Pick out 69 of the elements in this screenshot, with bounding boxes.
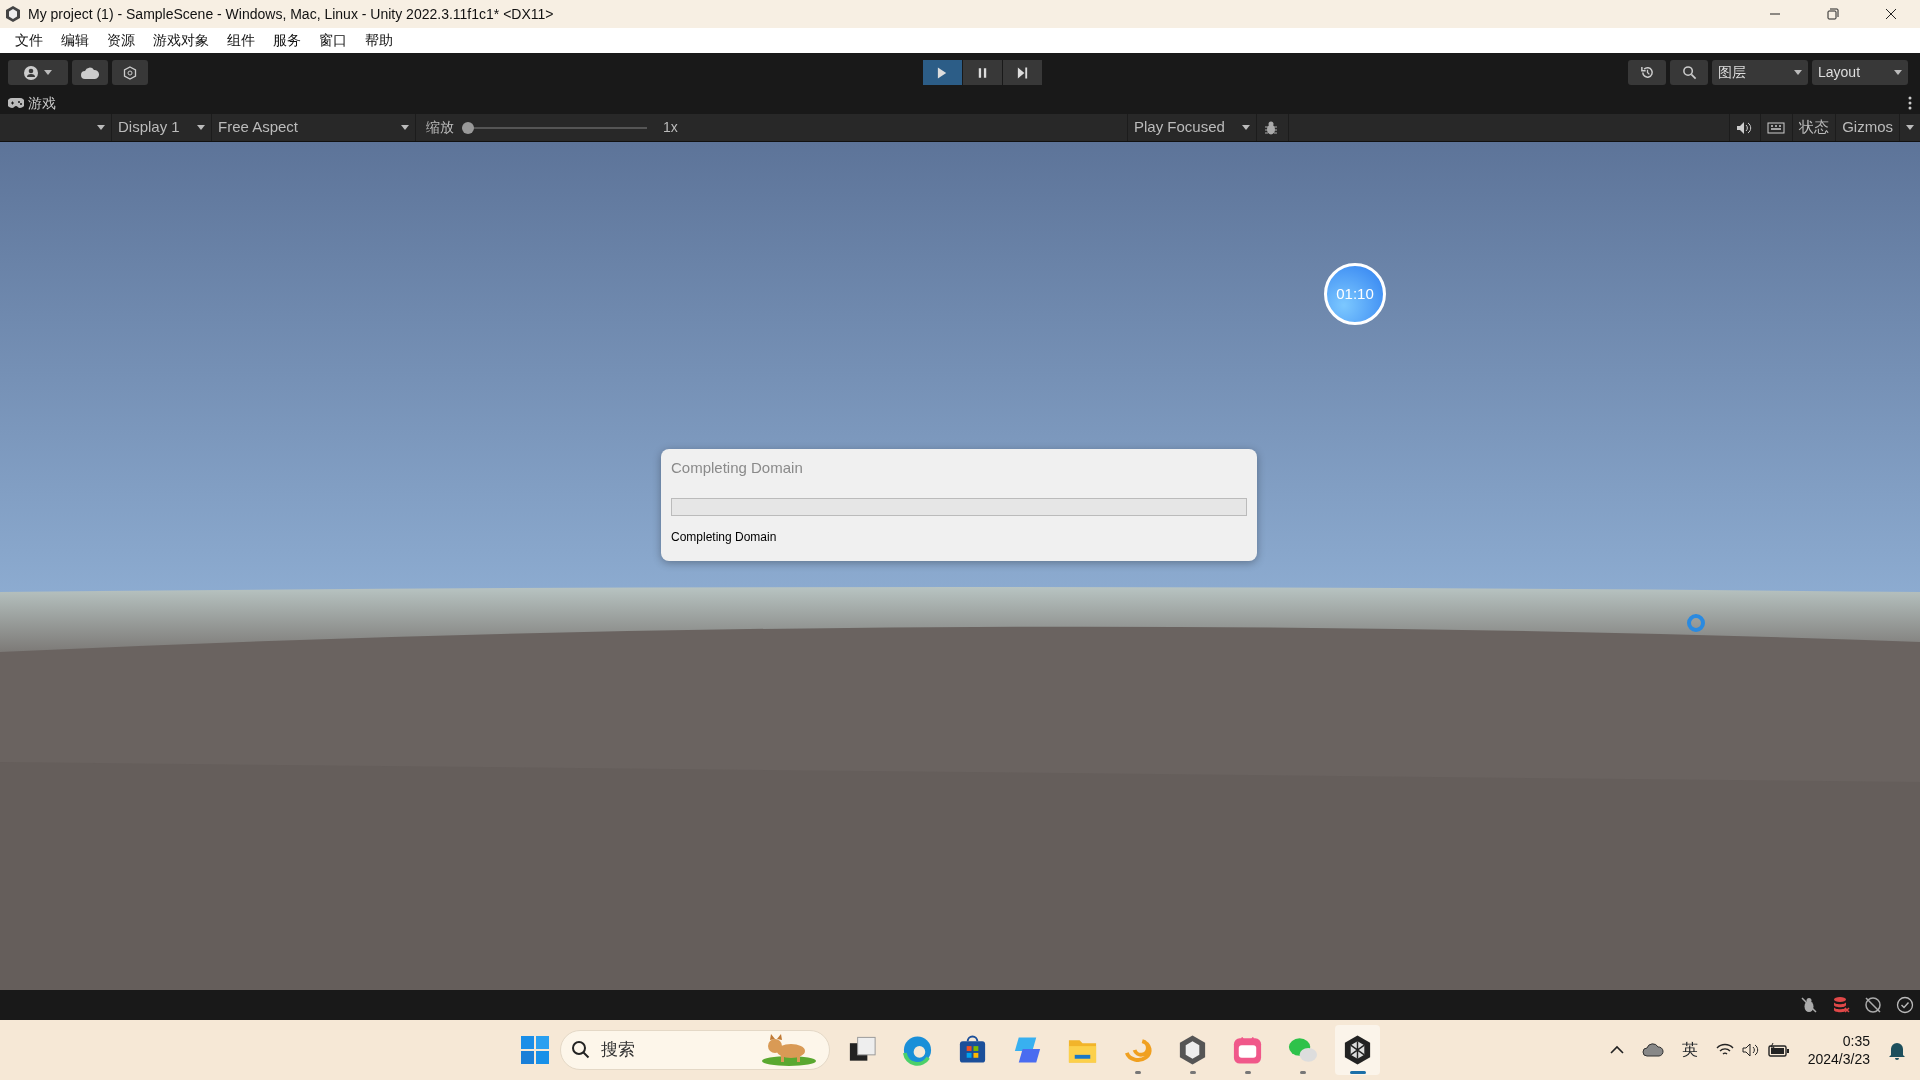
- pause-button[interactable]: [963, 60, 1002, 85]
- search-bar[interactable]: 搜索: [560, 1030, 830, 1070]
- zoom-slider[interactable]: [462, 120, 647, 135]
- caret-icon: [1894, 70, 1902, 75]
- cloud-icon[interactable]: [1641, 1043, 1664, 1057]
- caret-icon: [44, 70, 52, 75]
- menu-item[interactable]: 资源: [98, 30, 144, 51]
- caret-icon: [197, 125, 205, 130]
- package-button[interactable]: [112, 60, 148, 85]
- database-icon[interactable]: [1832, 996, 1850, 1014]
- caret-icon: [1794, 70, 1802, 75]
- history-icon: [1639, 65, 1655, 80]
- menu-item[interactable]: 组件: [218, 30, 264, 51]
- caret-icon: [401, 125, 409, 130]
- check-circle-icon[interactable]: [1896, 996, 1914, 1014]
- speaker-icon: [1736, 120, 1753, 135]
- layers-dropdown[interactable]: 图层: [1712, 60, 1808, 85]
- dialog-message: Completing Domain: [671, 528, 778, 546]
- battery-icon[interactable]: [1767, 1043, 1790, 1057]
- hexagon-icon: [123, 65, 137, 80]
- menu-item[interactable]: 编辑: [52, 30, 98, 51]
- caret-icon: [1242, 125, 1250, 130]
- wifi-icon[interactable]: [1715, 1043, 1734, 1057]
- step-icon: [1016, 65, 1029, 80]
- cloud-button[interactable]: [72, 60, 108, 85]
- menu-item[interactable]: 游戏对象: [144, 30, 218, 51]
- chevron-up-icon[interactable]: [1609, 1045, 1624, 1055]
- bug-icon: [1263, 119, 1279, 136]
- keyboard-icon: [1767, 121, 1786, 134]
- volume-icon[interactable]: [1741, 1043, 1760, 1057]
- unity-logo-icon: [4, 5, 22, 23]
- audio-button[interactable]: [1729, 114, 1762, 141]
- scale-value: 1x: [663, 118, 678, 137]
- menu-item[interactable]: 文件: [6, 30, 52, 51]
- window-title: My project (1) - SampleScene - Windows, Mac, Linux - Unity 2022.3.11f1c1* <DX11>: [28, 4, 555, 24]
- caret-icon: [1906, 125, 1914, 130]
- gamepad-icon: [8, 98, 24, 108]
- dialog-title: Completing Domain: [671, 458, 804, 478]
- input-method-indicator[interactable]: 英: [1681, 1038, 1698, 1062]
- scale-label: 缩放: [426, 118, 454, 137]
- clock-date[interactable]: 2024/3/23: [1807, 1050, 1870, 1069]
- menu-item[interactable]: 窗口: [310, 30, 356, 51]
- restore-icon: [1827, 8, 1839, 20]
- search-button[interactable]: [1670, 60, 1708, 85]
- account-dropdown[interactable]: [8, 60, 68, 85]
- pause-icon: [976, 65, 989, 80]
- close-icon: [1885, 8, 1897, 20]
- taskbar-app[interactable]: [1335, 1025, 1380, 1075]
- menu-item[interactable]: 帮助: [356, 30, 402, 51]
- notification-bell-icon[interactable]: [1888, 1040, 1906, 1060]
- loading-spinner-icon: [1686, 613, 1706, 633]
- history-button[interactable]: [1628, 60, 1666, 85]
- account-icon: [24, 65, 38, 80]
- play-button[interactable]: [923, 60, 962, 85]
- search-icon: [571, 1040, 591, 1060]
- layout-dropdown[interactable]: Layout: [1812, 60, 1908, 85]
- start-icon[interactable]: [520, 1035, 550, 1065]
- game-tab[interactable]: 游戏: [8, 92, 56, 114]
- caret-icon: [97, 125, 105, 130]
- search-icon: [1681, 65, 1697, 80]
- step-button[interactable]: [1003, 60, 1042, 85]
- bug-icon[interactable]: [1800, 996, 1818, 1014]
- menu-item[interactable]: 服务: [264, 30, 310, 51]
- play-mode-dropdown[interactable]: Play Focused: [1127, 114, 1257, 141]
- clock-time[interactable]: 0:35: [1807, 1031, 1870, 1050]
- browser-icon: [901, 1033, 934, 1067]
- search-input[interactable]: 搜索: [599, 1036, 749, 1064]
- more-options-icon[interactable]: [1908, 96, 1912, 110]
- cloud-icon: [81, 66, 99, 79]
